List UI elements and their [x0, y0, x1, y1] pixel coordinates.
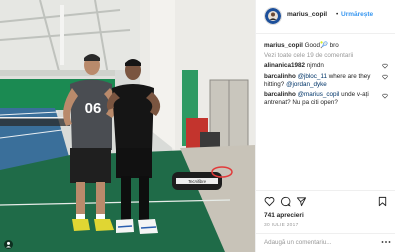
post-header: marius_copil • Urmărește [256, 0, 395, 34]
header-separator: • [336, 11, 339, 18]
heart-icon[interactable] [382, 74, 388, 80]
caption-text: Good🎾 bro [304, 42, 339, 49]
comment-username[interactable]: barcalinho [264, 73, 296, 80]
comment-input[interactable] [264, 237, 374, 248]
bag-brand-text: Tecnifibre [188, 179, 207, 184]
comment-item: alinanica1982 njmdn [264, 62, 382, 70]
user-icon [6, 241, 11, 248]
post-date: 30 IULIE 2017 [264, 223, 299, 228]
comment-mention[interactable]: @jordan_dyke [286, 81, 327, 88]
post-photo[interactable]: Tecnifibre 06 [0, 0, 255, 252]
heart-icon[interactable] [264, 196, 275, 207]
tagged-user-button[interactable] [4, 240, 13, 249]
view-all-comments-link[interactable]: Vezi toate cele 19 de comentarii [264, 52, 353, 59]
avatar[interactable] [264, 7, 282, 25]
heart-icon[interactable] [382, 63, 388, 69]
post-actions [256, 190, 395, 210]
share-icon[interactable] [296, 196, 307, 207]
comment-mention[interactable]: @marius_copil [298, 91, 340, 98]
comment-item: barcalinho @marius_copil unde v-ați antr… [264, 91, 382, 107]
add-comment-bar [256, 233, 395, 252]
bookmark-icon[interactable] [377, 196, 388, 207]
shirt-number: 06 [85, 100, 102, 117]
avatar-image [265, 8, 281, 24]
post-caption: marius_copil Good🎾 bro [264, 41, 390, 49]
caption-username[interactable]: marius_copil [264, 42, 303, 49]
heart-icon[interactable] [382, 93, 388, 99]
likes-count[interactable]: 741 aprecieri [264, 212, 304, 219]
comment-username[interactable]: barcalinho [264, 91, 296, 98]
post-side-panel: marius_copil • Urmărește marius_copil Go… [255, 0, 395, 252]
comment-mention[interactable]: @jbloc_11 [298, 73, 327, 80]
follow-button[interactable]: Urmărește [341, 11, 373, 18]
header-username[interactable]: marius_copil [287, 11, 327, 18]
comment-item: barcalinho @jbloc_11 where are they hitt… [264, 73, 382, 89]
comment-username[interactable]: alinanica1982 [264, 62, 305, 69]
comment-icon[interactable] [280, 196, 291, 207]
more-dots-icon[interactable] [381, 240, 391, 244]
comment-text: njmdn [306, 62, 324, 69]
